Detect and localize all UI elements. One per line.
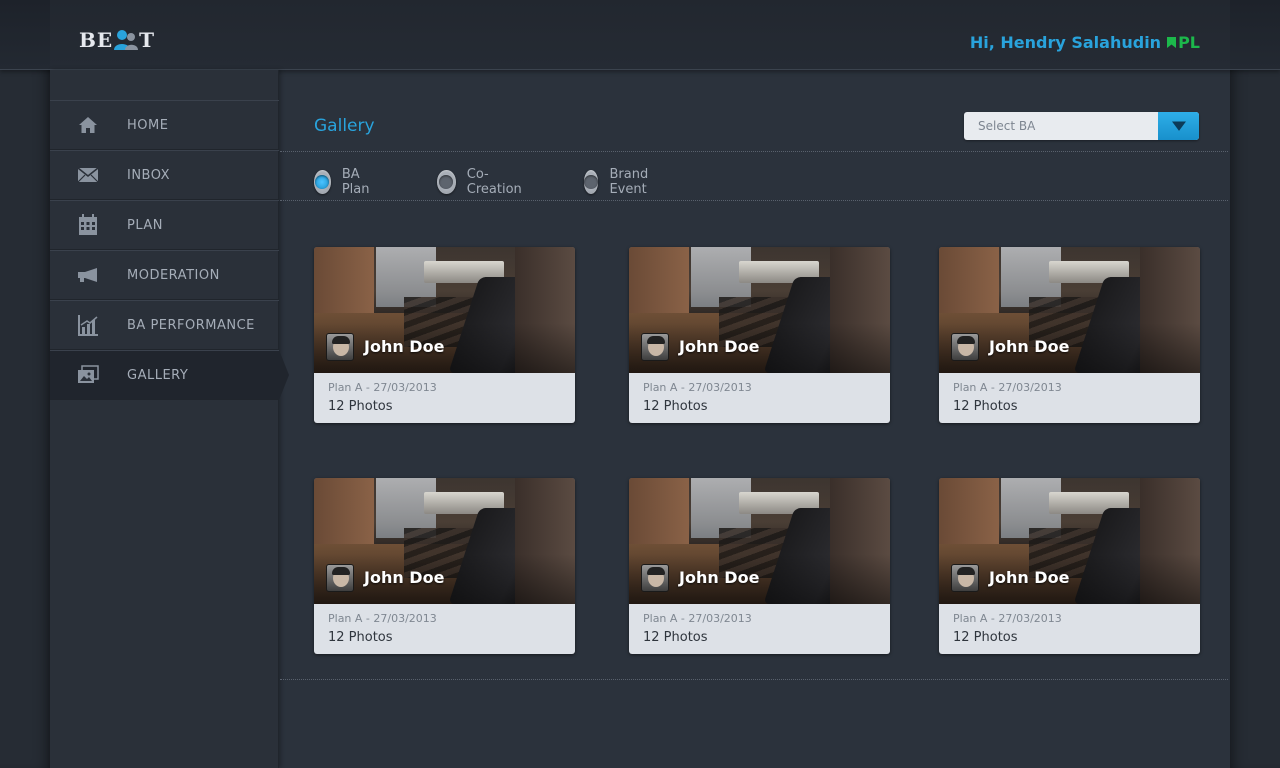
gallery-card[interactable]: John Doe Plan A - 27/03/2013 12 Photos xyxy=(314,247,575,423)
radio-label: BA Plan xyxy=(341,167,370,197)
avatar xyxy=(951,333,979,361)
calendar-icon xyxy=(77,214,99,236)
sidebar: HOME INBOX PLAN MODERATION BA PERFORMANC… xyxy=(50,70,279,768)
main-content: Gallery Select BA BA Plan Co-Creation Br… xyxy=(280,70,1228,768)
radio-dot xyxy=(584,170,599,194)
card-plan-date: Plan A - 27/03/2013 xyxy=(328,612,437,625)
header: BE T Hi, Hendry Salahudin PL xyxy=(0,0,1280,70)
dropdown-button[interactable] xyxy=(1158,112,1199,140)
radio-brand-event[interactable]: Brand Event xyxy=(584,167,658,197)
card-meta: Plan A - 27/03/2013 12 Photos xyxy=(314,373,575,414)
avatar xyxy=(641,564,669,592)
card-meta: Plan A - 27/03/2013 12 Photos xyxy=(629,604,890,645)
select-ba-dropdown[interactable]: Select BA xyxy=(964,112,1199,140)
greeting-text: Hi, Hendry Salahudin xyxy=(969,33,1162,52)
avatar xyxy=(641,333,669,361)
sidebar-item-home[interactable]: HOME xyxy=(50,100,279,150)
triangle-down-icon xyxy=(1171,121,1186,131)
gallery-card[interactable]: John Doe Plan A - 27/03/2013 12 Photos xyxy=(629,478,890,654)
gallery-icon xyxy=(77,364,99,386)
card-photo-count: 12 Photos xyxy=(953,399,1018,414)
sidebar-nav: HOME INBOX PLAN MODERATION BA PERFORMANC… xyxy=(50,100,279,400)
card-photo-count: 12 Photos xyxy=(643,630,708,645)
sidebar-item-ba-performance[interactable]: BA PERFORMANCE xyxy=(50,300,279,350)
sidebar-item-label: PLAN xyxy=(127,217,163,233)
radio-label: Brand Event xyxy=(609,167,649,197)
card-plan-date: Plan A - 27/03/2013 xyxy=(643,612,752,625)
sidebar-item-label: MODERATION xyxy=(127,267,220,283)
gallery-card[interactable]: John Doe Plan A - 27/03/2013 12 Photos xyxy=(939,247,1200,423)
gallery-card[interactable]: John Doe Plan A - 27/03/2013 12 Photos xyxy=(314,478,575,654)
radio-label: Co-Creation xyxy=(466,167,522,197)
sidebar-item-label: BA PERFORMANCE xyxy=(127,317,255,333)
sidebar-item-moderation[interactable]: MODERATION xyxy=(50,250,279,300)
radio-co-creation[interactable]: Co-Creation xyxy=(437,167,527,197)
user-greeting[interactable]: Hi, Hendry Salahudin PL xyxy=(970,33,1200,52)
envelope-icon xyxy=(77,164,99,186)
card-photo-count: 12 Photos xyxy=(953,630,1018,645)
home-icon xyxy=(77,114,99,136)
sidebar-item-label: GALLERY xyxy=(127,367,189,383)
logo-people-icon xyxy=(114,30,139,50)
card-author-name: John Doe xyxy=(679,337,760,356)
logo[interactable]: BE T xyxy=(79,27,155,53)
card-meta: Plan A - 27/03/2013 12 Photos xyxy=(939,604,1200,645)
page-title: Gallery xyxy=(314,116,375,136)
sidebar-item-label: INBOX xyxy=(127,167,171,183)
select-ba-placeholder: Select BA xyxy=(978,119,1036,133)
card-meta: Plan A - 27/03/2013 12 Photos xyxy=(629,373,890,414)
radio-dot xyxy=(314,170,331,194)
card-author-name: John Doe xyxy=(364,337,445,356)
logo-suffix: T xyxy=(139,28,156,52)
avatar xyxy=(951,564,979,592)
avatar xyxy=(326,333,354,361)
flag-icon xyxy=(1167,36,1177,48)
card-photo-count: 12 Photos xyxy=(328,630,393,645)
card-plan-date: Plan A - 27/03/2013 xyxy=(328,381,437,394)
divider xyxy=(280,151,1228,152)
left-gutter xyxy=(0,0,50,768)
divider xyxy=(280,679,1228,680)
avatar xyxy=(326,564,354,592)
card-meta: Plan A - 27/03/2013 12 Photos xyxy=(939,373,1200,414)
card-photo-count: 12 Photos xyxy=(643,399,708,414)
gallery-card[interactable]: John Doe Plan A - 27/03/2013 12 Photos xyxy=(939,478,1200,654)
card-plan-date: Plan A - 27/03/2013 xyxy=(643,381,752,394)
role-badge-text: PL xyxy=(1178,33,1200,52)
card-photo-count: 12 Photos xyxy=(328,399,393,414)
radio-ba-plan[interactable]: BA Plan xyxy=(314,167,377,197)
header-inner: BE T Hi, Hendry Salahudin PL xyxy=(50,0,1230,69)
sidebar-item-gallery[interactable]: GALLERY xyxy=(50,350,279,400)
radio-dot xyxy=(437,170,456,194)
gallery-card[interactable]: John Doe Plan A - 27/03/2013 12 Photos xyxy=(629,247,890,423)
logo-prefix: BE xyxy=(79,28,114,52)
sidebar-item-label: HOME xyxy=(127,117,169,133)
sidebar-item-plan[interactable]: PLAN xyxy=(50,200,279,250)
card-plan-date: Plan A - 27/03/2013 xyxy=(953,381,1062,394)
card-author-name: John Doe xyxy=(364,568,445,587)
role-badge: PL xyxy=(1166,33,1200,52)
card-author-name: John Doe xyxy=(679,568,760,587)
bar-chart-icon xyxy=(77,314,99,336)
megaphone-icon xyxy=(77,264,99,286)
card-author-name: John Doe xyxy=(989,337,1070,356)
sidebar-item-inbox[interactable]: INBOX xyxy=(50,150,279,200)
card-author-name: John Doe xyxy=(989,568,1070,587)
divider xyxy=(280,200,1228,201)
card-meta: Plan A - 27/03/2013 12 Photos xyxy=(314,604,575,645)
right-gutter xyxy=(1230,0,1280,768)
card-plan-date: Plan A - 27/03/2013 xyxy=(953,612,1062,625)
